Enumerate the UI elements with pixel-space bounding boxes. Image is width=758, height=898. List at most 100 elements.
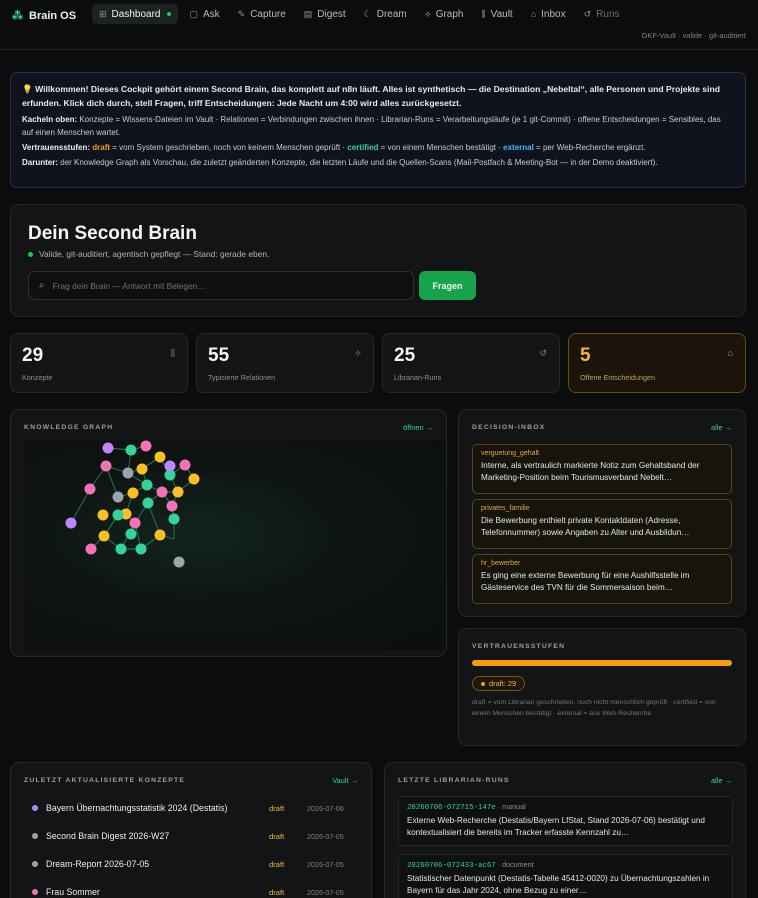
stat-card-decisions[interactable]: 5 Offene Entscheidungen ⌂	[568, 333, 746, 393]
graph-svg	[65, 440, 200, 568]
concept-status: draft	[269, 831, 285, 841]
graph-canvas[interactable]	[24, 440, 446, 650]
nav-inbox[interactable]: ⌂ Inbox	[524, 4, 573, 24]
run-item[interactable]: 20260706-072433-ac67 · document Statisti…	[398, 854, 733, 898]
brand[interactable]: ⁂ Brain OS	[12, 9, 77, 23]
stat-label: Librarian-Runs	[394, 373, 442, 382]
network-icon: ⁂	[12, 10, 23, 22]
grid-icon: ⊞	[99, 8, 107, 19]
concept-row[interactable]: Second Brain Digest 2026-W27 draft 2026-07…	[32, 829, 362, 843]
nav-vault[interactable]: ⫼ Vault	[475, 4, 520, 24]
decision-text: Interne, als vertraulich markierte Notiz…	[481, 461, 700, 482]
history-icon: ↺	[539, 348, 547, 358]
nav-capture[interactable]: ✎ Capture	[231, 4, 293, 24]
librarian-runs-panel: LETZTE LIBRARIAN-RUNS alle → 20260706-07…	[384, 762, 746, 898]
open-graph-link[interactable]: öffnen →	[403, 423, 433, 432]
stat-label: Typisierte Relationen	[208, 373, 276, 382]
search-box[interactable]: ⌕	[28, 271, 414, 300]
concept-row[interactable]: Bayern Übernachtungsstatistik 2024 (Dest…	[32, 801, 362, 815]
search-icon: ⌕	[39, 280, 45, 291]
concept-status: draft	[269, 803, 285, 813]
welcome-tiles-info: Kacheln oben: Konzepte = Wissens-Dateien…	[22, 115, 721, 138]
panel-title: DECISION-INBOX	[472, 424, 546, 431]
decision-item[interactable]: privates_familie Die Bewerbung enthielt …	[472, 499, 732, 549]
run-type: manual	[502, 802, 526, 811]
welcome-trust-info: Vertrauensstufen: draft = vom System ges…	[22, 142, 646, 152]
concept-name: Bayern Übernachtungsstatistik 2024 (Dest…	[46, 803, 228, 813]
decision-tag: verguetung_gehalt	[481, 450, 539, 457]
nav-label: Dashboard	[111, 8, 161, 20]
panel-title: LETZTE LIBRARIAN-RUNS	[398, 777, 510, 784]
stat-card-runs[interactable]: 25 Librarian-Runs ↺	[382, 333, 560, 393]
concept-row[interactable]: Dream-Report 2026-07-05 draft 2026-07-05	[32, 857, 362, 871]
concept-name: Frau Sommer	[46, 887, 100, 897]
nav-label: Vault	[490, 8, 513, 20]
badge-dot	[481, 681, 485, 686]
draft-count-badge: draft: 29	[472, 676, 526, 691]
nav-label: Ask	[202, 8, 220, 20]
vault-status: OKF-Vault · valide · git-auditiert	[641, 31, 746, 40]
nav-label: Runs	[596, 8, 620, 20]
nav-label: Graph	[435, 8, 464, 20]
trust-legend: draft = vom Librarian geschrieben, noch …	[472, 699, 716, 717]
nav-dream[interactable]: ☾ Dream	[357, 4, 414, 24]
concept-date: 2026-07-05	[307, 887, 344, 897]
stat-value: 29	[22, 345, 44, 366]
type-dot	[32, 861, 38, 867]
nav-label: Capture	[250, 8, 286, 20]
nav-ask[interactable]: ▢ Ask	[182, 4, 226, 24]
decision-item[interactable]: hr_bewerber Es ging eine externe Bewerbu…	[472, 554, 732, 604]
nav-label: Digest	[317, 8, 346, 20]
run-id: 20260706-072433-ac67	[407, 862, 496, 870]
pencil-icon: ✎	[237, 8, 246, 19]
panel-title: KNOWLEDGE GRAPH	[24, 424, 114, 431]
stat-card-concepts[interactable]: 29 Konzepte ⫼	[10, 333, 188, 393]
concept-name: Dream-Report 2026-07-05	[46, 859, 150, 869]
concept-name: Second Brain Digest 2026-W27	[46, 831, 170, 841]
type-dot	[32, 833, 38, 839]
concept-date: 2026-07-06	[307, 803, 344, 813]
nav-runs[interactable]: ↺ Runs	[577, 4, 627, 24]
search-input[interactable]	[52, 280, 383, 291]
status-dot	[28, 251, 33, 257]
brand-name: Brain OS	[29, 9, 77, 22]
stat-card-relations[interactable]: 55 Typisierte Relationen ⟡	[196, 333, 374, 393]
inbox-icon: ⌂	[727, 348, 733, 358]
active-indicator	[167, 12, 172, 16]
vault-link[interactable]: Vault →	[332, 776, 358, 785]
hero-subtitle: Valide, git-auditiert, agentisch gepfleg…	[28, 249, 269, 259]
all-runs-link[interactable]: alle →	[711, 776, 732, 785]
nav-label: Inbox	[541, 8, 566, 20]
type-dot	[32, 805, 38, 811]
panel-title: ZULETZT AKTUALISIERTE KONZEPTE	[24, 777, 186, 784]
inbox-icon: ⌂	[530, 9, 537, 19]
run-item[interactable]: 20260706-072715-147e · manual Externe We…	[398, 796, 733, 846]
moon-icon: ☾	[363, 8, 372, 19]
nav-digest[interactable]: ▤ Digest	[297, 4, 353, 24]
panel-title: VERTRAUENSSTUFEN	[472, 643, 566, 650]
history-icon: ↺	[583, 8, 592, 19]
library-icon: ⫼	[170, 348, 175, 358]
library-icon: ⫼	[481, 8, 486, 19]
decision-text: Die Bewerbung enthielt private Kontaktda…	[481, 516, 690, 537]
nav-graph[interactable]: ⟡ Graph	[418, 4, 471, 24]
trust-progress-bar	[472, 660, 732, 666]
nav-dashboard[interactable]: ⊞ Dashboard	[92, 4, 179, 24]
concept-date: 2026-07-05	[307, 859, 344, 869]
decision-item[interactable]: verguetung_gehalt Interne, als vertrauli…	[472, 444, 732, 494]
ask-button[interactable]: Fragen	[419, 271, 476, 300]
type-dot	[32, 889, 38, 895]
decision-tag: hr_bewerber	[481, 560, 521, 567]
trust-levels-panel: VERTRAUENSSTUFEN draft: 29 draft = vom L…	[458, 628, 746, 746]
page-title: Dein Second Brain	[28, 223, 197, 244]
welcome-below-info: Darunter: der Knowledge Graph als Vorsch…	[22, 157, 658, 167]
recent-concepts-panel: ZULETZT AKTUALISIERTE KONZEPTE Vault → B…	[10, 762, 372, 898]
graph-icon: ⟡	[424, 8, 431, 19]
stat-value: 5	[580, 345, 591, 366]
decision-inbox-panel: DECISION-INBOX alle → verguetung_gehalt …	[458, 409, 746, 617]
chat-icon: ▢	[189, 8, 198, 19]
run-text: Externe Web-Recherche (Destatis/Bayern L…	[407, 816, 705, 837]
concept-row[interactable]: Frau Sommer draft 2026-07-05	[32, 885, 362, 898]
all-decisions-link[interactable]: alle →	[711, 423, 732, 432]
newspaper-icon: ▤	[303, 8, 313, 19]
